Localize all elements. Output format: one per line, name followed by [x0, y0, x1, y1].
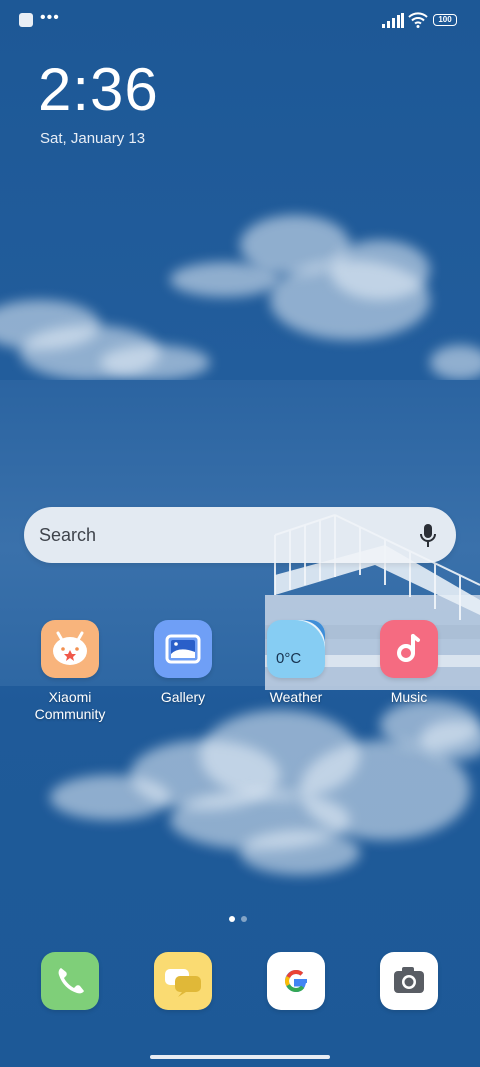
app-label: Xiaomi Community	[34, 689, 106, 722]
app-label: Gallery	[160, 689, 206, 705]
dock-camera[interactable]	[359, 952, 459, 1010]
dock-phone[interactable]	[20, 952, 120, 1010]
weather-icon: 0°C	[267, 620, 325, 678]
microphone-icon[interactable]	[418, 523, 438, 549]
music-icon	[380, 620, 438, 678]
page-indicator[interactable]	[229, 909, 253, 927]
google-icon	[267, 952, 325, 1010]
app-gallery[interactable]: Gallery	[133, 620, 233, 706]
app-label: Music	[390, 689, 428, 705]
app-xiaomi-community[interactable]: Xiaomi Community	[20, 620, 120, 723]
phone-icon	[41, 952, 99, 1010]
wifi-icon	[408, 12, 428, 28]
status-bar: ••• 100	[0, 0, 480, 40]
app-notification-icon	[19, 13, 33, 27]
clock-date[interactable]: Sat, January 13	[40, 130, 145, 147]
page-dot	[241, 916, 247, 922]
cellular-signal-icon	[382, 13, 404, 28]
weather-temperature: 0°C	[276, 650, 302, 667]
search-bar[interactable]: Search	[24, 507, 456, 563]
dock-google[interactable]	[246, 952, 346, 1010]
app-weather[interactable]: 0°C Weather	[246, 620, 346, 706]
more-notifications-icon: •••	[40, 9, 60, 26]
home-gesture-bar[interactable]	[150, 1055, 330, 1059]
battery-indicator: 100	[433, 14, 457, 26]
camera-icon	[380, 952, 438, 1010]
clock-time[interactable]: 2:36	[38, 58, 159, 122]
app-music[interactable]: Music	[359, 620, 459, 706]
gallery-icon	[154, 620, 212, 678]
dock-messages[interactable]	[133, 952, 233, 1010]
search-placeholder: Search	[39, 525, 97, 545]
messages-icon	[154, 952, 212, 1010]
xiaomi-community-icon	[41, 620, 99, 678]
app-label: Weather	[269, 689, 323, 705]
page-dot-active	[229, 916, 235, 922]
